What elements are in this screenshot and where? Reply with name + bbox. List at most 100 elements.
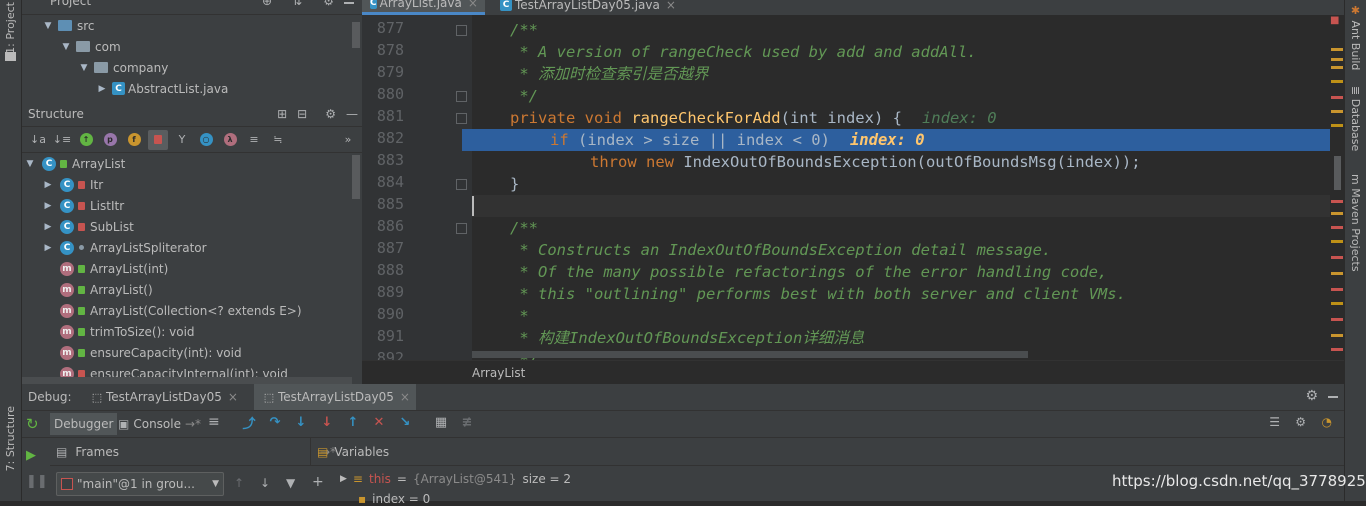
structure-item-itr[interactable]: ▶ C Itr [22,174,362,195]
breadcrumb-item[interactable]: ArrayList [472,366,525,380]
tree-item-com[interactable]: ▼ com [22,36,362,57]
menu-icon[interactable]: ≡ [208,414,220,430]
show-lambdas-icon[interactable]: Y [172,130,192,150]
show-lambda-classes-icon[interactable]: λ [220,130,240,150]
debugger-tab[interactable]: Debugger [50,413,118,435]
project-tool-tab[interactable]: 1: Project [4,2,17,54]
editor-horizontal-scrollbar[interactable] [472,351,1028,358]
debug-session-tab-active[interactable]: ⬚ TestArrayListDay05 × [254,384,416,410]
settings-icon[interactable]: ⚙ [323,0,334,8]
stripe-marker[interactable] [1331,302,1343,305]
step-into-icon[interactable]: ↓ [292,413,310,431]
settings-icon[interactable]: ⚙ [325,107,336,121]
stripe-marker[interactable] [1331,318,1343,321]
trace-icon[interactable]: ≢ [458,413,476,431]
fold-marker-icon[interactable] [456,223,467,234]
thread-select[interactable]: "main"@1 in grou... ▼ [56,472,224,496]
show-properties-icon[interactable]: p [100,130,120,150]
run-to-cursor-icon[interactable]: ↘ [396,413,414,431]
restore-layout-icon[interactable]: ☰ [1269,415,1280,429]
rerun-icon[interactable]: ↻ [26,415,39,433]
stripe-marker[interactable] [1331,272,1343,275]
collapsed-arrow-icon[interactable]: ▶ [42,201,54,211]
variable-row-index[interactable]: ▪ index = 0 [358,492,430,506]
stripe-marker[interactable] [1331,58,1343,61]
sort-visibility-icon[interactable]: ↓≡ [52,130,72,150]
breadcrumb[interactable]: ArrayList [362,360,1344,384]
fold-marker-icon[interactable] [456,91,467,102]
hide-icon[interactable] [1328,396,1338,398]
fold-marker-icon[interactable] [456,113,467,124]
expanded-arrow-icon[interactable]: ▼ [60,42,72,52]
collapsed-arrow-icon[interactable]: ▶ [42,180,54,190]
editor-scrollbar-thumb[interactable] [1334,156,1341,190]
gauge-icon[interactable]: ◔ [1322,415,1332,429]
filter-icon[interactable]: ▼ [286,476,295,490]
drop-frame-icon[interactable]: ✕ [370,413,388,431]
evaluate-expression-icon[interactable]: ▦ [432,413,450,431]
stripe-marker[interactable] [1331,226,1343,229]
collapsed-arrow-icon[interactable]: ▶ [96,84,108,94]
structure-item-arraylist[interactable]: ▼ C ArrayList [22,153,362,174]
expanded-arrow-icon[interactable]: ▼ [78,63,90,73]
show-anonymous-icon[interactable]: ○ [196,130,216,150]
previous-frame-icon[interactable]: ↑ [234,476,244,490]
structure-item-sublist[interactable]: ▶ C SubList [22,216,362,237]
debug-session-tab[interactable]: ⬚ TestArrayListDay05 × [88,384,238,410]
step-out-icon[interactable]: ↑ [344,413,362,431]
show-inherited-icon[interactable]: ↑ [76,130,96,150]
stripe-marker[interactable] [1331,200,1343,203]
expanded-arrow-icon[interactable]: ▼ [42,21,54,31]
stripe-marker[interactable] [1331,212,1343,215]
fold-marker-icon[interactable] [456,25,467,36]
stripe-marker[interactable] [1331,256,1343,259]
stripe-marker[interactable] [1331,124,1343,127]
console-tab[interactable]: ▣ Console →* [118,413,201,435]
force-step-into-icon[interactable]: ↓ [318,413,336,431]
structure-item-method[interactable]: m ensureCapacity(int): void [22,342,362,363]
locate-icon[interactable]: ⊕ [262,0,272,8]
stripe-marker[interactable] [1331,240,1343,243]
expanded-arrow-icon[interactable]: ▼ [24,159,36,169]
variable-row-this[interactable]: ▶ ≡ this = {ArrayList@541} size = 2 [340,472,571,486]
autoscroll-from-source-icon[interactable]: ≒ [268,130,288,150]
structure-item-method[interactable]: m ArrayList(Collection<? extends E>) [22,300,362,321]
code-editor[interactable]: /** * A version of rangeCheck used by ad… [472,15,1330,360]
structure-item-method[interactable]: m trimToSize(): void [22,321,362,342]
structure-item-spliterator[interactable]: ▶ C ArrayListSpliterator [22,237,362,258]
tree-item-src[interactable]: ▼ src [22,15,362,36]
hide-icon[interactable]: — [346,107,358,121]
close-icon[interactable]: × [400,390,410,404]
stripe-marker[interactable] [1331,334,1343,337]
collapsed-arrow-icon[interactable]: ▶ [340,474,347,484]
next-frame-icon[interactable]: ↓ [260,476,270,490]
database-tool-tab[interactable]: ≣ Database [1349,86,1362,151]
expand-all-icon[interactable]: ⊞ [277,107,287,121]
structure-item-method[interactable]: m ArrayList(int) [22,258,362,279]
structure-scrollbar[interactable] [352,155,360,199]
stripe-marker[interactable] [1331,80,1343,83]
tree-item-abstractlist[interactable]: ▶ C AbstractList.java [22,78,362,99]
close-icon[interactable]: × [468,0,478,10]
show-fields-icon[interactable]: f [124,130,144,150]
step-over-icon[interactable]: ↷ [266,413,284,431]
maven-tool-tab[interactable]: m Maven Projects [1349,174,1362,272]
collapse-icon[interactable]: ⇅ [292,0,302,8]
layout-settings-icon[interactable]: ⚙ [1295,415,1306,429]
structure-item-listitr[interactable]: ▶ C ListItr [22,195,362,216]
tree-item-company[interactable]: ▼ company [22,57,362,78]
stripe-marker[interactable] [1331,48,1343,51]
close-icon[interactable]: × [666,0,676,12]
add-watch-icon[interactable]: + [312,474,324,490]
stripe-marker[interactable] [1331,288,1343,291]
resume-icon[interactable]: ▶ [26,448,36,463]
collapsed-arrow-icon[interactable]: ▶ [42,222,54,232]
hide-icon[interactable] [344,2,354,4]
structure-item-method[interactable]: m ArrayList() [22,279,362,300]
tab-testarraylistday05-java[interactable]: C TestArrayListDay05.java × [492,0,684,15]
sort-alpha-icon[interactable]: ↓a [28,130,48,150]
stripe-marker[interactable] [1331,66,1343,69]
show-non-public-icon[interactable] [148,129,168,150]
fold-marker-icon[interactable] [456,179,467,190]
tab-arraylist-java[interactable]: C ArrayList.java × [362,0,485,15]
